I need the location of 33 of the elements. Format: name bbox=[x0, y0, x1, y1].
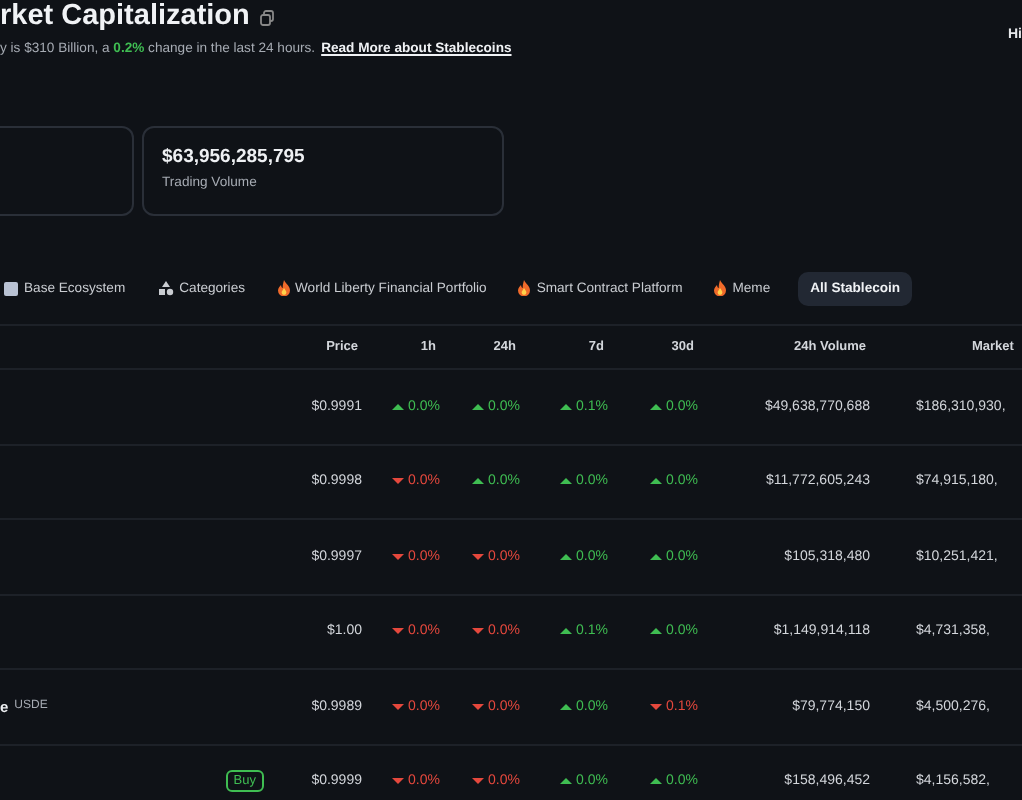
up-triangle-icon bbox=[392, 403, 405, 410]
copy-icon[interactable] bbox=[259, 9, 274, 25]
up-triangle-icon bbox=[560, 478, 573, 485]
up-triangle-icon bbox=[560, 778, 573, 785]
fire-icon bbox=[277, 280, 289, 296]
up-triangle-icon bbox=[650, 778, 663, 785]
up-triangle-icon bbox=[560, 703, 573, 710]
up-triangle-icon bbox=[560, 403, 573, 410]
up-triangle-icon bbox=[560, 553, 573, 560]
down-triangle-icon bbox=[650, 703, 663, 710]
page-title: rket Capitalization bbox=[0, 0, 250, 34]
stat-value: $63,956,285,795 bbox=[162, 146, 307, 168]
down-triangle-icon bbox=[472, 553, 485, 560]
up-triangle-icon bbox=[650, 403, 663, 410]
down-triangle-icon bbox=[392, 478, 405, 485]
up-triangle-icon bbox=[650, 478, 663, 485]
square-icon bbox=[4, 281, 18, 295]
fire-icon bbox=[518, 280, 531, 296]
up-triangle-icon bbox=[472, 478, 485, 485]
down-triangle-icon bbox=[392, 778, 405, 785]
down-triangle-icon bbox=[472, 628, 485, 635]
down-triangle-icon bbox=[392, 628, 405, 635]
up-triangle-icon bbox=[650, 553, 663, 560]
shapes-icon bbox=[157, 280, 174, 296]
down-triangle-icon bbox=[392, 703, 405, 710]
down-triangle-icon bbox=[472, 778, 485, 785]
down-triangle-icon bbox=[472, 703, 485, 710]
up-triangle-icon bbox=[650, 628, 663, 635]
fire-icon bbox=[714, 280, 727, 296]
down-triangle-icon bbox=[392, 553, 405, 560]
up-triangle-icon bbox=[560, 628, 573, 635]
up-triangle-icon bbox=[472, 403, 485, 410]
stat-card bbox=[0, 126, 134, 216]
